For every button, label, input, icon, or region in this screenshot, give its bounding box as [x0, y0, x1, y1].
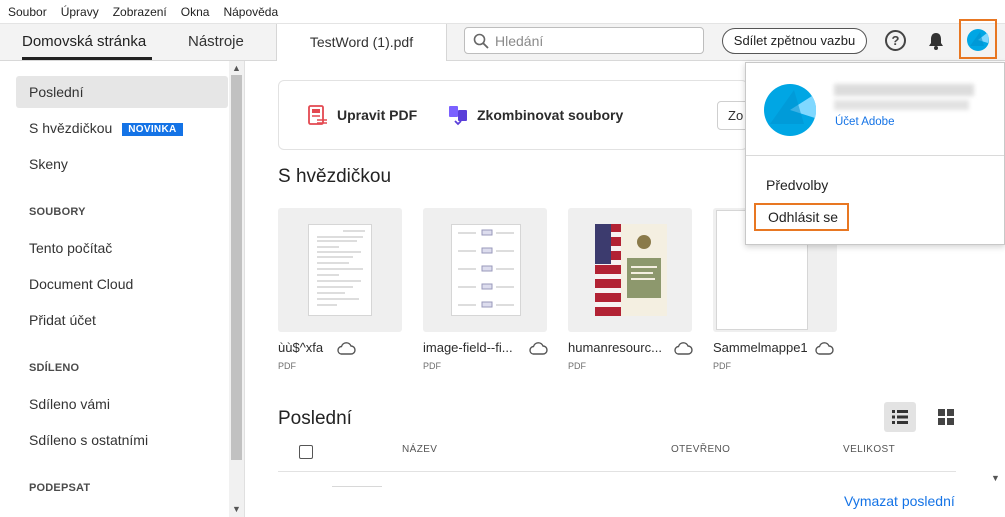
tab-document[interactable]: TestWord (1).pdf: [277, 24, 447, 61]
menu-napoveda[interactable]: Nápověda: [223, 5, 278, 19]
tools-card: Upravit PDF Zkombinovat soubory Zo: [278, 80, 757, 150]
sidebar-item-label: Přidat účet: [29, 312, 96, 328]
edit-pdf-label: Upravit PDF: [337, 107, 418, 123]
file-thumbnail[interactable]: [423, 208, 547, 332]
section-heading-sign: PODEPSAT: [29, 482, 91, 494]
scroll-up-icon[interactable]: ▲: [229, 61, 244, 75]
edit-pdf-icon: [308, 105, 327, 125]
file-name[interactable]: Sammelmappe1: [713, 340, 808, 355]
select-all-checkbox[interactable]: [299, 445, 313, 459]
combine-files-tool[interactable]: Zkombinovat soubory: [447, 104, 623, 126]
sign-out-item[interactable]: Odhlásit se: [754, 203, 849, 231]
grid-view-icon: [938, 409, 954, 425]
file-type: PDF: [423, 361, 441, 371]
sidebar-item-starred[interactable]: S hvězdičkou NOVINKA: [16, 112, 228, 144]
user-email-redacted: [834, 100, 969, 110]
tab-home-underline: [22, 57, 152, 60]
cloud-icon: [674, 342, 693, 355]
menu-divider: [746, 155, 1004, 156]
cloud-icon: [337, 342, 356, 355]
file-thumbnail[interactable]: [278, 208, 402, 332]
grid-view-button[interactable]: [930, 402, 962, 432]
combine-files-icon: [449, 106, 467, 126]
menu-okna[interactable]: Okna: [181, 5, 210, 19]
avatar: [764, 84, 816, 136]
sidebar-item-label: Document Cloud: [29, 276, 134, 292]
column-header-size[interactable]: VELIKOST: [843, 444, 895, 455]
flag-cover-icon: [595, 224, 667, 316]
file-name[interactable]: humanresourc...: [568, 340, 662, 355]
search-icon: [473, 33, 489, 49]
file-thumbnail[interactable]: [568, 208, 692, 332]
new-badge: NOVINKA: [122, 123, 183, 136]
file-type: PDF: [278, 361, 296, 371]
account-menu: Účet Adobe Předvolby Odhlásit se: [745, 62, 1005, 245]
file-name[interactable]: ùù$^xfa: [278, 340, 323, 355]
file-type: PDF: [713, 361, 731, 371]
sidebar-item-recent[interactable]: Poslední: [16, 76, 228, 108]
menu-soubor[interactable]: Soubor: [8, 5, 47, 19]
search-box[interactable]: [464, 27, 704, 54]
cloud-icon: [815, 342, 834, 355]
sidebar-scrollbar-thumb[interactable]: [231, 75, 242, 460]
sidebar-item-shared-by-you[interactable]: Sdíleno vámi: [16, 388, 228, 420]
recent-section-title: Poslední: [278, 408, 352, 429]
combine-files-label: Zkombinovat soubory: [477, 107, 624, 123]
menu-zobrazeni[interactable]: Zobrazení: [113, 5, 167, 19]
scroll-down-icon[interactable]: ▼: [991, 473, 1000, 483]
adobe-account-link[interactable]: Účet Adobe: [835, 116, 894, 128]
form-fields-icon: [458, 229, 514, 308]
tab-tools[interactable]: Nástroje: [188, 24, 244, 61]
sidebar-item-this-computer[interactable]: Tento počítač: [16, 232, 228, 264]
list-view-icon: [892, 410, 908, 424]
sidebar-item-label: Sdíleno s ostatními: [29, 432, 149, 448]
page-preview: [451, 224, 521, 316]
sidebar-scrollbar[interactable]: ▲ ▼: [229, 61, 244, 517]
tab-home[interactable]: Domovská stránka: [22, 24, 146, 61]
sidebar: Poslední S hvězdičkou NOVINKA Skeny SOUBO…: [0, 61, 245, 517]
edit-pdf-tool[interactable]: Upravit PDF: [307, 104, 417, 126]
profile-button[interactable]: [959, 19, 997, 59]
menu-bar: Soubor Úpravy Zobrazení Okna Nápověda: [0, 0, 1005, 24]
sidebar-item-label: S hvězdičkou: [29, 120, 113, 136]
sidebar-item-document-cloud[interactable]: Document Cloud: [16, 268, 228, 300]
sidebar-item-label: Tento počítač: [29, 240, 113, 256]
section-heading-files: SOUBORY: [29, 206, 86, 218]
column-header-opened[interactable]: OTEVŘENO: [671, 444, 730, 455]
file-name[interactable]: image-field--fi...: [423, 340, 513, 355]
page-preview: [595, 224, 667, 316]
sidebar-item-scans[interactable]: Skeny: [16, 148, 228, 180]
page-lines-icon: [317, 230, 365, 306]
starred-section-title: S hvězdičkou: [278, 166, 392, 187]
search-input[interactable]: [495, 32, 695, 49]
table-divider: [278, 471, 956, 472]
sidebar-item-label: Skeny: [29, 156, 68, 172]
column-header-name[interactable]: NÁZEV: [402, 444, 437, 455]
clear-recent-link[interactable]: Vymazat poslední: [844, 493, 955, 509]
help-icon[interactable]: ?: [885, 30, 906, 51]
table-row[interactable]: [332, 486, 382, 487]
sidebar-item-add-account[interactable]: Přidat účet: [16, 304, 228, 336]
scroll-down-icon[interactable]: ▼: [229, 502, 244, 516]
section-heading-shared: SDÍLENO: [29, 362, 80, 374]
share-feedback-button[interactable]: Sdílet zpětnou vazbu: [722, 28, 867, 54]
menu-upravy[interactable]: Úpravy: [61, 5, 99, 19]
avatar-icon: [967, 29, 989, 51]
user-name-redacted: [834, 84, 974, 96]
page-preview: [308, 224, 372, 316]
sidebar-item-label: Poslední: [29, 84, 84, 100]
sidebar-item-shared-with-others[interactable]: Sdíleno s ostatními: [16, 424, 228, 456]
sidebar-item-label: Sdíleno vámi: [29, 396, 110, 412]
list-view-button[interactable]: [884, 402, 916, 432]
file-type: PDF: [568, 361, 586, 371]
preferences-item[interactable]: Předvolby: [766, 177, 828, 193]
cloud-icon: [529, 342, 548, 355]
bell-icon[interactable]: [926, 31, 946, 51]
